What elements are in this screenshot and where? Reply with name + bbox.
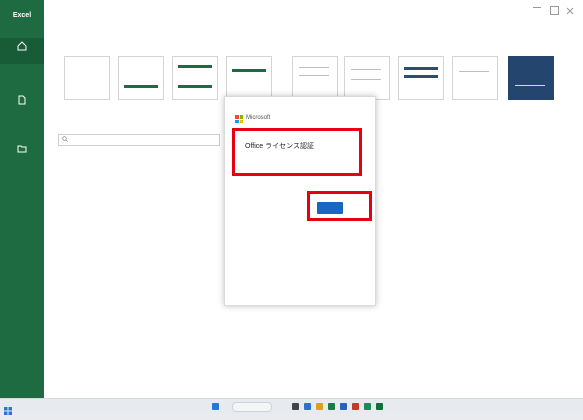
dialog-text bbox=[243, 181, 313, 186]
search-input[interactable] bbox=[58, 134, 220, 146]
excel-window: Excel Microsoft Office ライセンス認証 bbox=[0, 0, 583, 398]
template-blank[interactable] bbox=[64, 56, 110, 100]
template-accent-bar bbox=[178, 85, 212, 88]
template-line bbox=[351, 79, 381, 80]
search-icon bbox=[62, 136, 68, 142]
template-card[interactable] bbox=[508, 56, 554, 100]
highlight-box-title bbox=[232, 128, 362, 176]
template-card[interactable] bbox=[398, 56, 444, 100]
rail-item-open[interactable] bbox=[0, 140, 44, 166]
template-card[interactable] bbox=[118, 56, 164, 100]
template-line bbox=[299, 75, 329, 76]
edge-icon[interactable] bbox=[304, 403, 311, 410]
title-bar bbox=[44, 0, 583, 30]
maximize-icon[interactable] bbox=[550, 6, 559, 15]
template-accent-bar bbox=[404, 75, 438, 78]
template-card[interactable] bbox=[292, 56, 338, 100]
minimize-icon[interactable] bbox=[533, 7, 541, 8]
new-file-icon bbox=[18, 95, 26, 105]
home-icon bbox=[17, 41, 27, 51]
backstage-rail: Excel bbox=[0, 0, 44, 398]
windows-start-icon[interactable] bbox=[4, 402, 12, 415]
template-card[interactable] bbox=[452, 56, 498, 100]
task-view-icon[interactable] bbox=[292, 403, 299, 410]
dialog-text bbox=[243, 193, 313, 198]
template-accent-bar bbox=[404, 67, 438, 70]
dialog-brand: Microsoft bbox=[246, 115, 271, 121]
template-line bbox=[299, 67, 329, 68]
dialog-footer bbox=[235, 295, 305, 300]
file-explorer-icon[interactable] bbox=[316, 403, 323, 410]
app-taskbar-icon[interactable] bbox=[364, 403, 371, 410]
highlight-box-button bbox=[307, 191, 372, 221]
rail-item-home[interactable] bbox=[0, 38, 44, 64]
close-icon[interactable] bbox=[565, 6, 575, 16]
rail-brand: Excel bbox=[12, 12, 32, 19]
template-line bbox=[515, 85, 545, 86]
powerpoint-taskbar-icon[interactable] bbox=[352, 403, 359, 410]
template-line bbox=[351, 69, 381, 70]
taskbar-search[interactable] bbox=[232, 402, 272, 412]
word-taskbar-icon[interactable] bbox=[340, 403, 347, 410]
template-accent-bar bbox=[124, 85, 158, 88]
template-card[interactable] bbox=[226, 56, 272, 100]
template-accent-bar bbox=[178, 65, 212, 68]
taskbar bbox=[0, 398, 583, 415]
template-card[interactable] bbox=[172, 56, 218, 100]
template-accent-bar bbox=[232, 69, 266, 72]
microsoft-logo-icon bbox=[235, 115, 243, 123]
rail-item-new[interactable] bbox=[0, 92, 44, 118]
folder-icon bbox=[17, 145, 27, 153]
template-line bbox=[459, 71, 489, 72]
start-button-icon[interactable] bbox=[212, 403, 219, 410]
template-card[interactable] bbox=[344, 56, 390, 100]
excel-taskbar-icon[interactable] bbox=[328, 403, 335, 410]
app-taskbar-icon[interactable] bbox=[376, 403, 383, 410]
